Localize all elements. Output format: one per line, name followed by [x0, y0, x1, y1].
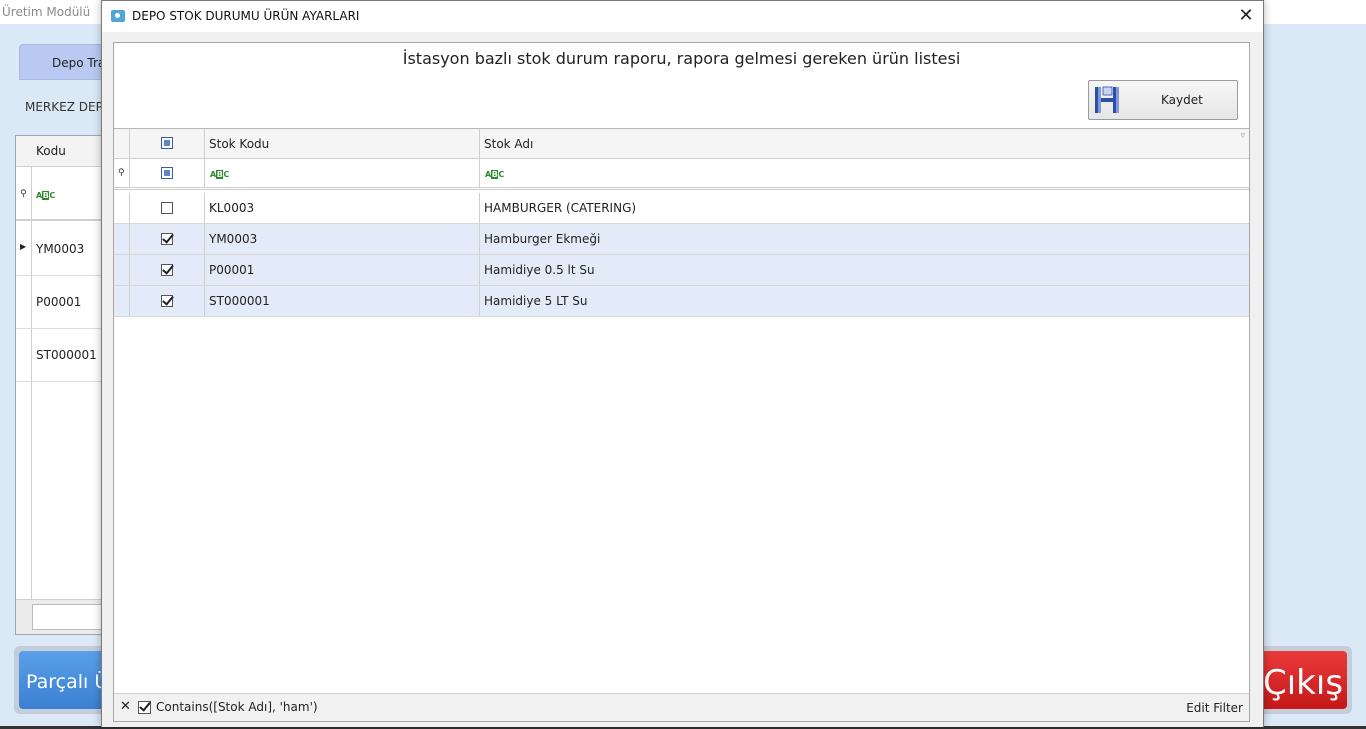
- cell-stok-kodu[interactable]: YM0003: [205, 224, 480, 254]
- cell-stok-adi[interactable]: HAMBURGER (CATERING): [480, 193, 1249, 223]
- row-indicator-cell: [114, 286, 130, 316]
- stok-adi-value: Hamidiye 5 LT Su: [484, 294, 588, 308]
- save-icon: [1095, 86, 1119, 113]
- stok-adi-value: Hamburger Ekmeği: [484, 232, 601, 246]
- text-filter-icon: ABC: [36, 191, 55, 200]
- background-grid-row[interactable]: P00001: [16, 276, 114, 329]
- grid-header-row: Stok Kodu Stok Adı ▿: [114, 129, 1249, 159]
- row-indicator-icon: ▶: [20, 242, 27, 251]
- column-header-stok-kodu[interactable]: Stok Kodu: [205, 129, 480, 158]
- row-checkbox[interactable]: [161, 233, 173, 245]
- background-row-value: YM0003: [36, 242, 85, 256]
- row-indicator-cell: [114, 224, 130, 254]
- text-filter-icon: ABC: [485, 170, 504, 179]
- pin-icon: ⚲: [118, 168, 125, 178]
- header-select-all-cell[interactable]: [130, 129, 205, 158]
- background-grid: Kodu ⚲ ABC ▶ YM0003 P00001 ST000001: [15, 135, 122, 635]
- cell-stok-adi[interactable]: Hamidiye 0.5 lt Su: [480, 255, 1249, 285]
- table-row[interactable]: KL0003 HAMBURGER (CATERING): [114, 193, 1249, 224]
- background-grid-header-label: Kodu: [36, 144, 66, 158]
- background-grid-header: Kodu: [16, 136, 114, 167]
- background-row-value: ST000001: [36, 348, 97, 362]
- dialog-body: İstasyon bazlı stok durum raporu, rapora…: [102, 32, 1263, 727]
- clear-filter-icon[interactable]: ✕: [120, 699, 131, 714]
- filter-expression: Contains([Stok Adı], 'ham'): [156, 700, 318, 714]
- filter-cell-stok-kodu[interactable]: ABC: [205, 159, 480, 187]
- background-grid-row[interactable]: ST000001: [16, 329, 114, 382]
- parcali-urun-button[interactable]: Parçalı Ürü: [14, 646, 128, 714]
- panel-heading: İstasyon bazlı stok durum raporu, rapora…: [402, 49, 961, 68]
- text-filter-icon: ABC: [210, 170, 229, 179]
- settings-dialog: DEPO STOK DURUMU ÜRÜN AYARLARI ✕ İstasyo…: [101, 0, 1264, 727]
- product-grid: Stok Kodu Stok Adı ▿ ⚲ ABC ABC KL0003 HA…: [114, 128, 1249, 721]
- background-row-value: P00001: [36, 295, 82, 309]
- stok-adi-value: HAMBURGER (CATERING): [484, 201, 637, 215]
- save-button-label: Kaydet: [1161, 93, 1203, 107]
- cell-stok-kodu[interactable]: P00001: [205, 255, 480, 285]
- stok-kodu-value: KL0003: [209, 201, 255, 215]
- stok-kodu-value: P00001: [209, 263, 255, 277]
- row-indicator-cell: [114, 255, 130, 285]
- filter-panel: ✕ Contains([Stok Adı], 'ham') Edit Filte…: [114, 693, 1249, 721]
- cell-stok-adi[interactable]: Hamburger Ekmeği: [480, 224, 1249, 254]
- dialog-title: DEPO STOK DURUMU ÜRÜN AYARLARI: [132, 9, 360, 23]
- background-app-title: Üretim Modülü: [2, 5, 91, 19]
- app-icon: [111, 10, 125, 22]
- row-indicator-cell: [114, 193, 130, 223]
- header-indicator-cell: [114, 129, 130, 158]
- row-select-cell[interactable]: [130, 255, 205, 285]
- exit-button[interactable]: Çıkış: [1250, 646, 1352, 714]
- cell-stok-kodu[interactable]: KL0003: [205, 193, 480, 223]
- grid-filter-row: ⚲ ABC ABC: [114, 159, 1249, 190]
- row-select-cell[interactable]: [130, 286, 205, 316]
- background-tab-label: Depo Tra: [52, 56, 106, 70]
- filter-cell-stok-adi[interactable]: ABC: [480, 159, 1249, 187]
- column-header-stok-adi[interactable]: Stok Adı ▿: [480, 129, 1249, 158]
- select-all-checkbox[interactable]: [161, 137, 173, 149]
- close-icon[interactable]: ✕: [1235, 5, 1257, 27]
- product-list-panel: İstasyon bazlı stok durum raporu, rapora…: [113, 42, 1250, 722]
- dialog-titlebar: DEPO STOK DURUMU ÜRÜN AYARLARI ✕: [102, 1, 1263, 32]
- cell-stok-adi[interactable]: Hamidiye 5 LT Su: [480, 286, 1249, 316]
- save-button[interactable]: Kaydet: [1088, 80, 1238, 120]
- background-grid-row[interactable]: ▶ YM0003: [16, 223, 114, 276]
- row-checkbox[interactable]: [161, 202, 173, 214]
- row-checkbox[interactable]: [161, 264, 173, 276]
- background-grid-footer: [16, 599, 122, 634]
- exit-label: Çıkış: [1263, 663, 1344, 703]
- row-checkbox[interactable]: [161, 295, 173, 307]
- stok-adi-value: Hamidiye 0.5 lt Su: [484, 263, 595, 277]
- background-grid-filter-row[interactable]: ⚲ ABC: [16, 167, 114, 221]
- column-header-label: Stok Kodu: [209, 137, 270, 151]
- background-merkez-label: MERKEZ DEPO: [25, 100, 113, 114]
- cell-stok-kodu[interactable]: ST000001: [205, 286, 480, 316]
- filter-checkbox[interactable]: [161, 167, 173, 179]
- stok-kodu-value: ST000001: [209, 294, 270, 308]
- filter-checkbox-cell[interactable]: [130, 159, 205, 187]
- table-row[interactable]: ST000001 Hamidiye 5 LT Su: [114, 286, 1249, 317]
- filter-enabled-checkbox[interactable]: [138, 701, 151, 714]
- pin-icon: ⚲: [20, 189, 27, 199]
- stok-kodu-value: YM0003: [209, 232, 258, 246]
- table-row[interactable]: P00001 Hamidiye 0.5 lt Su: [114, 255, 1249, 286]
- row-select-cell[interactable]: [130, 193, 205, 223]
- filter-indicator-cell: ⚲: [114, 159, 130, 187]
- column-header-label: Stok Adı: [484, 137, 534, 151]
- filter-funnel-icon[interactable]: ▿: [1240, 131, 1245, 141]
- table-row[interactable]: YM0003 Hamburger Ekmeği: [114, 224, 1249, 255]
- row-select-cell[interactable]: [130, 224, 205, 254]
- edit-filter-link[interactable]: Edit Filter: [1186, 701, 1243, 715]
